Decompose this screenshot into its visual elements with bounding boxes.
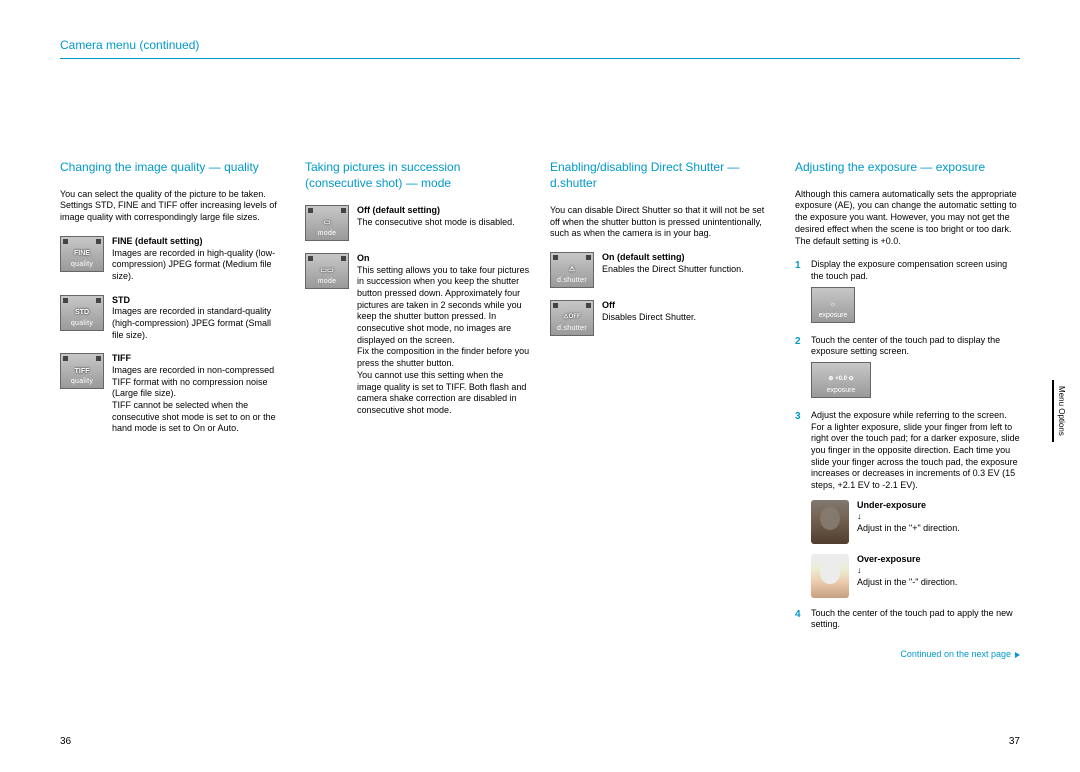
mode-on-icon: ▭▭ mode <box>305 253 349 289</box>
step-1-body: Display the exposure compensation screen… <box>811 259 1020 282</box>
item-mode-off-head: Off (default setting) <box>357 205 530 217</box>
step-4: 4 Touch the center of the touch pad to a… <box>795 608 1020 631</box>
item-ds-off-head: Off <box>602 300 775 312</box>
arrow-right-icon <box>1015 652 1020 658</box>
under-exposure-image <box>811 500 849 544</box>
item-fine-body: Images are recorded in high-quality (low… <box>112 248 285 283</box>
dshutter-off-icon: ⚠OFF d.shutter <box>550 300 594 336</box>
continued-text: Continued on the next page <box>900 649 1011 661</box>
intro-dshutter: You can disable Direct Shutter so that i… <box>550 205 775 240</box>
intro-exposure: Although this camera automatically sets … <box>795 189 1020 247</box>
subhead-mode: Taking pictures in succession (consecuti… <box>305 159 530 191</box>
item-mode-on-head: On <box>357 253 530 265</box>
intro-quality: You can select the quality of the pictur… <box>60 189 285 224</box>
step-num-4: 4 <box>795 608 805 631</box>
face-under: Under-exposure ↓ Adjust in the "+" direc… <box>811 500 1020 544</box>
quality-std-icon: STD quality <box>60 295 104 331</box>
col-exposure: Adjusting the exposure — exposure Althou… <box>795 159 1020 661</box>
face-under-arrow: ↓ <box>857 511 1020 523</box>
step-3-body: Adjust the exposure while referring to t… <box>811 410 1020 492</box>
item-std: STD quality STD Images are recorded in s… <box>60 295 285 342</box>
item-tiff-head: TIFF <box>112 353 285 365</box>
step-2: 2 Touch the center of the touch pad to d… <box>795 335 1020 402</box>
step-num-1: 1 <box>795 259 805 326</box>
face-over: Over-exposure ↓ Adjust in the "-" direct… <box>811 554 1020 598</box>
quality-tiff-icon: TIFF quality <box>60 353 104 389</box>
item-fine: FINE quality FINE (default setting) Imag… <box>60 236 285 283</box>
face-under-body: Adjust in the "+" direction. <box>857 523 1020 535</box>
step-4-body: Touch the center of the touch pad to app… <box>811 608 1020 631</box>
col-quality: Changing the image quality — quality You… <box>60 159 285 661</box>
step-2-body: Touch the center of the touch pad to dis… <box>811 335 1020 358</box>
item-tiff: TIFF quality TIFF Images are recorded in… <box>60 353 285 435</box>
face-over-body: Adjust in the "-" direction. <box>857 577 1020 589</box>
item-tiff-body: Images are recorded in non-compressed TI… <box>112 365 285 435</box>
item-mode-on-body: This setting allows you to take four pic… <box>357 265 530 417</box>
content-columns: Changing the image quality — quality You… <box>60 159 1020 661</box>
item-std-head: STD <box>112 295 285 307</box>
item-mode-off: ▭ mode Off (default setting) The consecu… <box>305 205 530 241</box>
item-mode-off-body: The consecutive shot mode is disabled. <box>357 217 530 229</box>
item-ds-on-head: On (default setting) <box>602 252 775 264</box>
quality-fine-icon: FINE quality <box>60 236 104 272</box>
step-num-3: 3 <box>795 410 805 492</box>
item-ds-off-body: Disables Direct Shutter. <box>602 312 775 324</box>
side-tab: Menu Options <box>1052 380 1068 442</box>
item-fine-head: FINE (default setting) <box>112 236 285 248</box>
item-mode-on: ▭▭ mode On This setting allows you to ta… <box>305 253 530 417</box>
col-mode: Taking pictures in succession (consecuti… <box>305 159 530 661</box>
step-1: 1 Display the exposure compensation scre… <box>795 259 1020 326</box>
item-ds-on-body: Enables the Direct Shutter function. <box>602 264 775 276</box>
item-dshutter-off: ⚠OFF d.shutter Off Disables Direct Shutt… <box>550 300 775 336</box>
col-dshutter: Enabling/disabling Direct Shutter — d.sh… <box>550 159 775 661</box>
subhead-exposure: Adjusting the exposure — exposure <box>795 159 1020 175</box>
over-exposure-image <box>811 554 849 598</box>
continued-link: Continued on the next page <box>795 649 1020 661</box>
face-under-head: Under-exposure <box>857 500 1020 512</box>
exposure-icon-1: ☼ exposure <box>811 287 855 323</box>
divider <box>60 58 1020 59</box>
exposure-icon-2: ⊕ +0.0 ⊖ exposure <box>811 362 871 398</box>
section-header: Camera menu (continued) <box>60 38 1020 54</box>
page-number-left: 36 <box>60 735 71 748</box>
page-number-right: 37 <box>1009 735 1020 748</box>
face-over-head: Over-exposure <box>857 554 1020 566</box>
item-std-body: Images are recorded in standard-quality … <box>112 306 285 341</box>
subhead-quality: Changing the image quality — quality <box>60 159 285 175</box>
item-dshutter-on: ⚠ d.shutter On (default setting) Enables… <box>550 252 775 288</box>
face-over-arrow: ↓ <box>857 565 1020 577</box>
dshutter-on-icon: ⚠ d.shutter <box>550 252 594 288</box>
mode-off-icon: ▭ mode <box>305 205 349 241</box>
step-3: 3 Adjust the exposure while referring to… <box>795 410 1020 492</box>
subhead-dshutter: Enabling/disabling Direct Shutter — d.sh… <box>550 159 775 191</box>
step-num-2: 2 <box>795 335 805 402</box>
